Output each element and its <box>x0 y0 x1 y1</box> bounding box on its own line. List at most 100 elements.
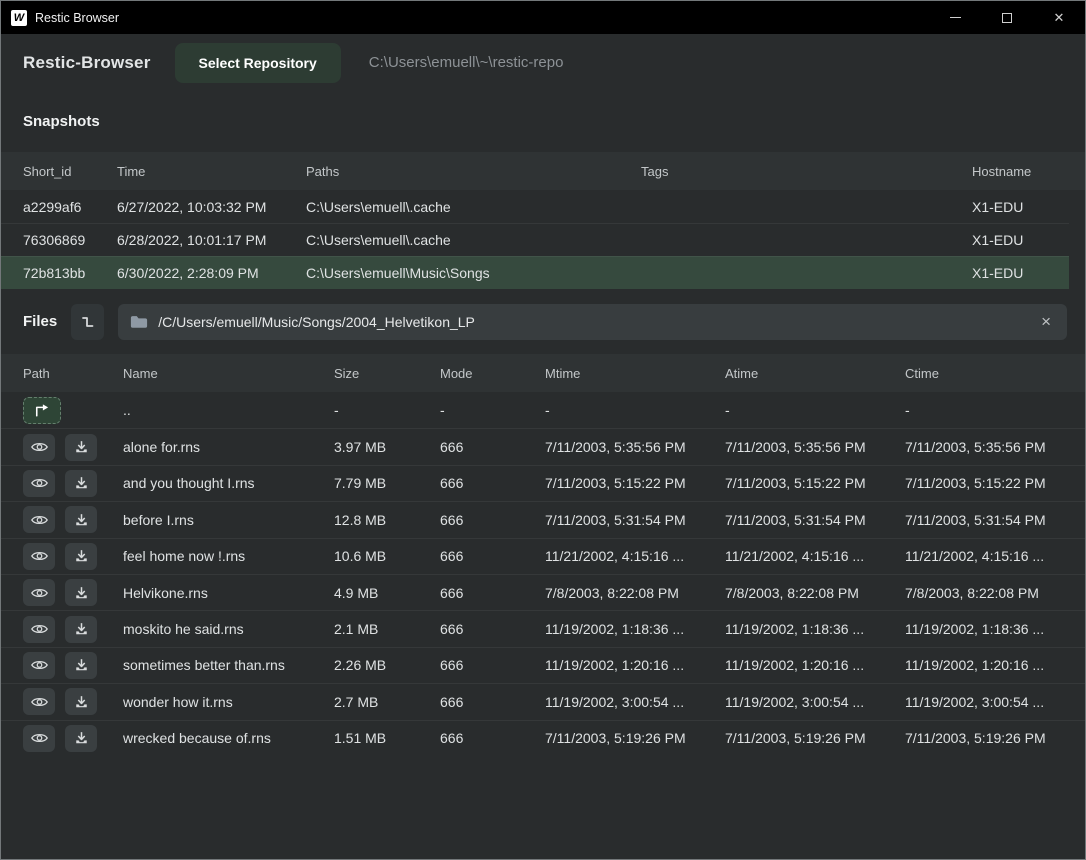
file-row[interactable]: before I.rns 12.8 MB 666 7/11/2003, 5:31… <box>1 501 1085 537</box>
file-size: 12.8 MB <box>334 512 440 528</box>
download-icon <box>74 731 89 745</box>
preview-file-button[interactable] <box>23 616 55 643</box>
file-size: - <box>334 402 440 418</box>
preview-file-button[interactable] <box>23 725 55 752</box>
download-file-button[interactable] <box>65 579 97 606</box>
file-atime: 11/19/2002, 1:20:16 ... <box>725 657 905 673</box>
maximize-button[interactable] <box>981 1 1033 34</box>
column-path: Path <box>23 366 123 381</box>
snapshots-table-body: a2299af6 6/27/2022, 10:03:32 PM C:\Users… <box>1 190 1085 289</box>
column-hostname: Hostname <box>972 164 1085 179</box>
app-window: W Restic Browser ✕ Restic-Browser Select… <box>0 0 1086 860</box>
column-atime: Atime <box>725 366 905 381</box>
preview-file-button[interactable] <box>23 506 55 533</box>
file-name: and you thought I.rns <box>123 475 334 491</box>
current-path: /C/Users/emuell/Music/Songs/2004_Helveti… <box>158 314 1027 330</box>
column-paths: Paths <box>306 164 641 179</box>
file-tree-toggle-button[interactable] <box>71 304 104 340</box>
download-icon <box>74 586 89 600</box>
parent-directory-button[interactable] <box>23 397 61 424</box>
file-mtime: 11/19/2002, 1:18:36 ... <box>545 621 725 637</box>
files-title: Files <box>23 313 57 330</box>
clear-path-button[interactable]: × <box>1037 311 1055 332</box>
preview-file-button[interactable] <box>23 470 55 497</box>
file-name: .. <box>123 402 334 418</box>
wails-logo-icon: W <box>11 10 27 26</box>
download-file-button[interactable] <box>65 616 97 643</box>
eye-icon <box>31 695 48 709</box>
snapshot-row[interactable]: 72b813bb 6/30/2022, 2:28:09 PM C:\Users\… <box>1 256 1069 289</box>
download-file-button[interactable] <box>65 506 97 533</box>
close-button[interactable]: ✕ <box>1033 1 1085 34</box>
preview-file-button[interactable] <box>23 688 55 715</box>
file-mode: 666 <box>440 512 545 528</box>
file-ctime: 7/11/2003, 5:15:22 PM <box>905 475 1085 491</box>
file-mode: 666 <box>440 657 545 673</box>
download-file-button[interactable] <box>65 543 97 570</box>
snapshots-title: Snapshots <box>23 113 100 130</box>
preview-file-button[interactable] <box>23 543 55 570</box>
files-table-body: .. - - - - - alone for.rns 3.97 MB 666 7… <box>1 392 1085 756</box>
download-file-button[interactable] <box>65 652 97 679</box>
file-mode: 666 <box>440 694 545 710</box>
file-mode: 666 <box>440 585 545 601</box>
file-ctime: 11/19/2002, 1:18:36 ... <box>905 621 1085 637</box>
snapshot-row[interactable]: 76306869 6/28/2022, 10:01:17 PM C:\Users… <box>1 223 1069 256</box>
file-row[interactable]: alone for.rns 3.97 MB 666 7/11/2003, 5:3… <box>1 428 1085 464</box>
file-atime: 11/19/2002, 3:00:54 ... <box>725 694 905 710</box>
file-atime: 7/11/2003, 5:31:54 PM <box>725 512 905 528</box>
eye-icon <box>31 476 48 490</box>
download-file-button[interactable] <box>65 434 97 461</box>
file-mtime: - <box>545 402 725 418</box>
folder-icon <box>130 314 148 329</box>
file-atime: 7/11/2003, 5:19:26 PM <box>725 730 905 746</box>
download-icon <box>74 476 89 490</box>
file-row[interactable]: Helvikone.rns 4.9 MB 666 7/8/2003, 8:22:… <box>1 574 1085 610</box>
file-row[interactable]: wonder how it.rns 2.7 MB 666 11/19/2002,… <box>1 683 1085 719</box>
snapshot-short-id: 72b813bb <box>23 265 117 281</box>
download-file-button[interactable] <box>65 725 97 752</box>
column-short-id: Short_id <box>23 164 117 179</box>
files-toolbar: Files /C/Users/emuell/Music/Songs/2004_H… <box>1 289 1085 354</box>
file-atime: - <box>725 402 905 418</box>
snapshot-short-id: 76306869 <box>23 232 117 248</box>
select-repository-button[interactable]: Select Repository <box>175 43 341 83</box>
snapshots-table-header: Short_id Time Paths Tags Hostname <box>1 152 1085 190</box>
file-ctime: 11/21/2002, 4:15:16 ... <box>905 548 1085 564</box>
snapshot-hostname: X1-EDU <box>972 265 1069 281</box>
path-breadcrumb-input[interactable]: /C/Users/emuell/Music/Songs/2004_Helveti… <box>118 304 1067 340</box>
download-file-button[interactable] <box>65 470 97 497</box>
file-atime: 11/21/2002, 4:15:16 ... <box>725 548 905 564</box>
download-icon <box>74 622 89 636</box>
column-mode: Mode <box>440 366 545 381</box>
file-mtime: 11/21/2002, 4:15:16 ... <box>545 548 725 564</box>
download-icon <box>74 440 89 454</box>
up-directory-arrow-icon <box>33 403 51 417</box>
snapshot-row[interactable]: a2299af6 6/27/2022, 10:03:32 PM C:\Users… <box>1 190 1069 223</box>
file-row[interactable]: wrecked because of.rns 1.51 MB 666 7/11/… <box>1 720 1085 756</box>
titlebar-drag-area: W Restic Browser <box>1 10 929 26</box>
file-size: 1.51 MB <box>334 730 440 746</box>
eye-icon <box>31 586 48 600</box>
file-name: before I.rns <box>123 512 334 528</box>
file-row[interactable]: sometimes better than.rns 2.26 MB 666 11… <box>1 647 1085 683</box>
preview-file-button[interactable] <box>23 579 55 606</box>
titlebar: W Restic Browser ✕ <box>1 1 1085 34</box>
file-mtime: 7/8/2003, 8:22:08 PM <box>545 585 725 601</box>
snapshot-paths: C:\Users\emuell\.cache <box>306 232 641 248</box>
file-ctime: 7/11/2003, 5:35:56 PM <box>905 439 1085 455</box>
file-size: 3.97 MB <box>334 439 440 455</box>
preview-file-button[interactable] <box>23 652 55 679</box>
file-row[interactable]: .. - - - - - <box>1 392 1085 428</box>
file-mtime: 7/11/2003, 5:35:56 PM <box>545 439 725 455</box>
download-file-button[interactable] <box>65 688 97 715</box>
file-row[interactable]: moskito he said.rns 2.1 MB 666 11/19/200… <box>1 610 1085 646</box>
file-row[interactable]: and you thought I.rns 7.79 MB 666 7/11/2… <box>1 465 1085 501</box>
file-mtime: 7/11/2003, 5:31:54 PM <box>545 512 725 528</box>
snapshot-time: 6/27/2022, 10:03:32 PM <box>117 199 306 215</box>
column-size: Size <box>334 366 440 381</box>
snapshot-time: 6/30/2022, 2:28:09 PM <box>117 265 306 281</box>
file-row[interactable]: feel home now !.rns 10.6 MB 666 11/21/20… <box>1 538 1085 574</box>
minimize-button[interactable] <box>929 1 981 34</box>
preview-file-button[interactable] <box>23 434 55 461</box>
